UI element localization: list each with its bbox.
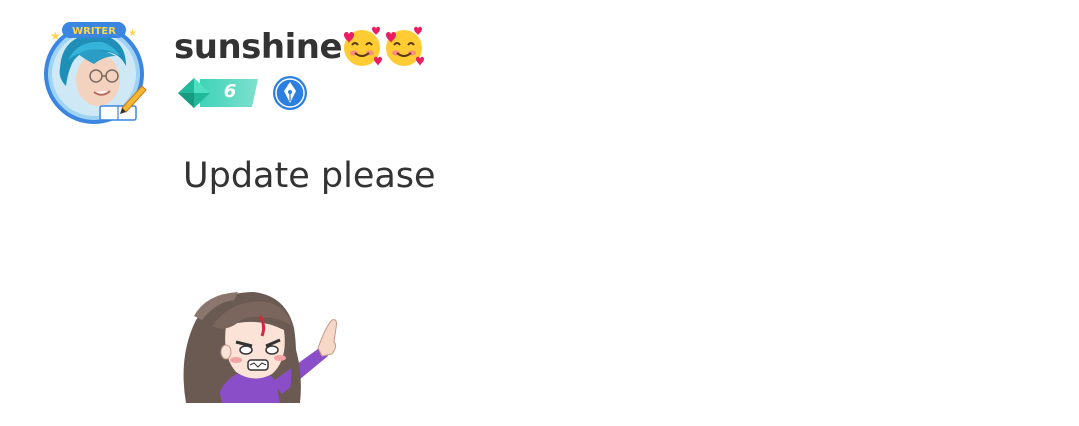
- smiling-face-with-hearts-icon: [340, 25, 384, 69]
- user-badges: 6: [176, 75, 308, 111]
- svg-text:★: ★: [128, 28, 137, 39]
- username[interactable]: sunshine: [174, 27, 343, 67]
- writer-pen-icon[interactable]: [272, 75, 308, 111]
- comment-text: Update please: [183, 156, 436, 196]
- level-badge[interactable]: 6: [176, 76, 260, 110]
- username-row: sunshine: [174, 22, 426, 72]
- svg-text:★: ★: [50, 29, 61, 43]
- avatar[interactable]: WRITER ★ ★: [38, 20, 152, 126]
- smiling-face-with-hearts-icon: [382, 25, 426, 69]
- svg-text:WRITER: WRITER: [72, 26, 116, 37]
- angry-girl-pointing-sticker: [176, 286, 346, 403]
- level-number: 6: [223, 81, 237, 102]
